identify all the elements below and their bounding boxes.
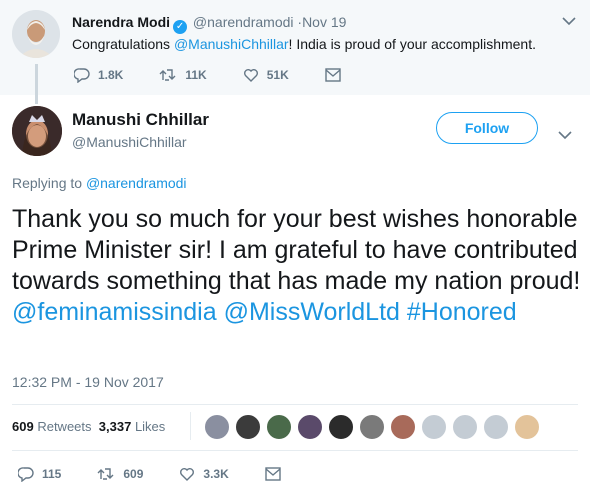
- parent-timestamp[interactable]: ·Nov 19: [297, 14, 346, 30]
- author-name[interactable]: Manushi Chhillar: [72, 110, 209, 130]
- retweet-icon: [159, 69, 176, 81]
- like-total: 3,337: [98, 419, 132, 434]
- parent-text-part: Congratulations: [72, 36, 174, 52]
- retweet-count: 609: [123, 467, 144, 481]
- stats-divider: [190, 412, 191, 440]
- replying-to-link[interactable]: @narendramodi: [86, 175, 187, 191]
- parent-reply-count: 1.8K: [98, 68, 124, 82]
- envelope-icon: [325, 68, 341, 82]
- parent-author-name[interactable]: Narendra Modi: [72, 14, 170, 30]
- retweet-button[interactable]: 609: [97, 466, 143, 482]
- liker-avatar[interactable]: [514, 414, 540, 440]
- parent-chevron-down-icon[interactable]: [562, 10, 576, 31]
- liker-avatar[interactable]: [235, 414, 261, 440]
- follow-button[interactable]: Follow: [436, 112, 538, 144]
- parent-actions: 1.8K 11K 51K: [74, 67, 385, 83]
- liker-avatar-default[interactable]: [452, 414, 478, 440]
- liker-avatar[interactable]: [390, 414, 416, 440]
- divider: [12, 404, 578, 405]
- heart-icon: [180, 468, 195, 481]
- hashtag-honored[interactable]: #Honored: [407, 298, 517, 326]
- parent-text-part: ! India is proud of your accomplishment.: [288, 36, 537, 52]
- like-label: Likes: [134, 419, 166, 434]
- tweet-stats: 609 Retweets 3,337 Likes: [12, 419, 165, 434]
- reply-button[interactable]: 115: [18, 466, 61, 482]
- author-handle[interactable]: @ManushiChhillar: [72, 134, 187, 150]
- liker-avatar[interactable]: [359, 414, 385, 440]
- retweet-label: Retweets: [37, 419, 92, 434]
- tweet-chevron-down-icon[interactable]: [558, 124, 572, 145]
- replying-to: Replying to @narendramodi: [12, 175, 187, 191]
- parent-like-button[interactable]: 51K: [243, 67, 289, 83]
- retweets-stat[interactable]: 609 Retweets: [12, 419, 92, 434]
- tweet-timestamp[interactable]: 12:32 PM - 19 Nov 2017: [12, 374, 164, 390]
- replying-label: Replying to: [12, 175, 86, 191]
- parent-retweet-count: 11K: [185, 68, 207, 82]
- retweet-total: 609: [12, 419, 34, 434]
- parent-avatar[interactable]: [12, 10, 60, 58]
- parent-header: Narendra Modi ✓ @narendramodi ·Nov 19: [72, 14, 346, 34]
- liker-avatar[interactable]: [204, 414, 230, 440]
- mention-feminamissindia[interactable]: @feminamissindia: [12, 298, 217, 326]
- reply-count: 115: [42, 467, 62, 481]
- message-button[interactable]: [265, 467, 289, 481]
- parent-like-count: 51K: [266, 68, 289, 82]
- heart-icon: [243, 69, 258, 82]
- liker-avatar-default[interactable]: [421, 414, 447, 440]
- parent-mention-link[interactable]: @ManushiChhillar: [174, 36, 289, 52]
- liker-avatar[interactable]: [297, 414, 323, 440]
- tweet-actions: 115 609 3.3K: [18, 466, 325, 482]
- envelope-icon: [265, 467, 281, 481]
- reply-icon: [74, 68, 90, 83]
- liker-avatar-default[interactable]: [483, 414, 509, 440]
- parent-author-handle[interactable]: @narendramodi: [193, 14, 294, 30]
- liker-avatar[interactable]: [328, 414, 354, 440]
- like-count: 3.3K: [203, 467, 229, 481]
- thread-line: [35, 64, 38, 104]
- author-avatar[interactable]: [12, 106, 62, 156]
- liker-avatars: [204, 414, 545, 440]
- retweet-icon: [97, 468, 114, 480]
- likes-stat[interactable]: 3,337 Likes: [99, 419, 166, 434]
- tweet-text-body: Thank you so much for your best wishes h…: [12, 205, 581, 295]
- parent-message-button[interactable]: [325, 68, 349, 82]
- liker-avatar[interactable]: [266, 414, 292, 440]
- tweet-text: Thank you so much for your best wishes h…: [12, 204, 582, 328]
- mention-missworldltd[interactable]: @MissWorldLtd: [224, 298, 400, 326]
- divider: [12, 450, 578, 451]
- like-button[interactable]: 3.3K: [179, 466, 229, 482]
- parent-reply-button[interactable]: 1.8K: [74, 67, 123, 83]
- parent-tweet-text: Congratulations @ManushiChhillar! India …: [72, 36, 536, 52]
- verified-icon: ✓: [173, 20, 188, 34]
- reply-icon: [18, 467, 34, 482]
- parent-retweet-button[interactable]: 11K: [159, 67, 207, 83]
